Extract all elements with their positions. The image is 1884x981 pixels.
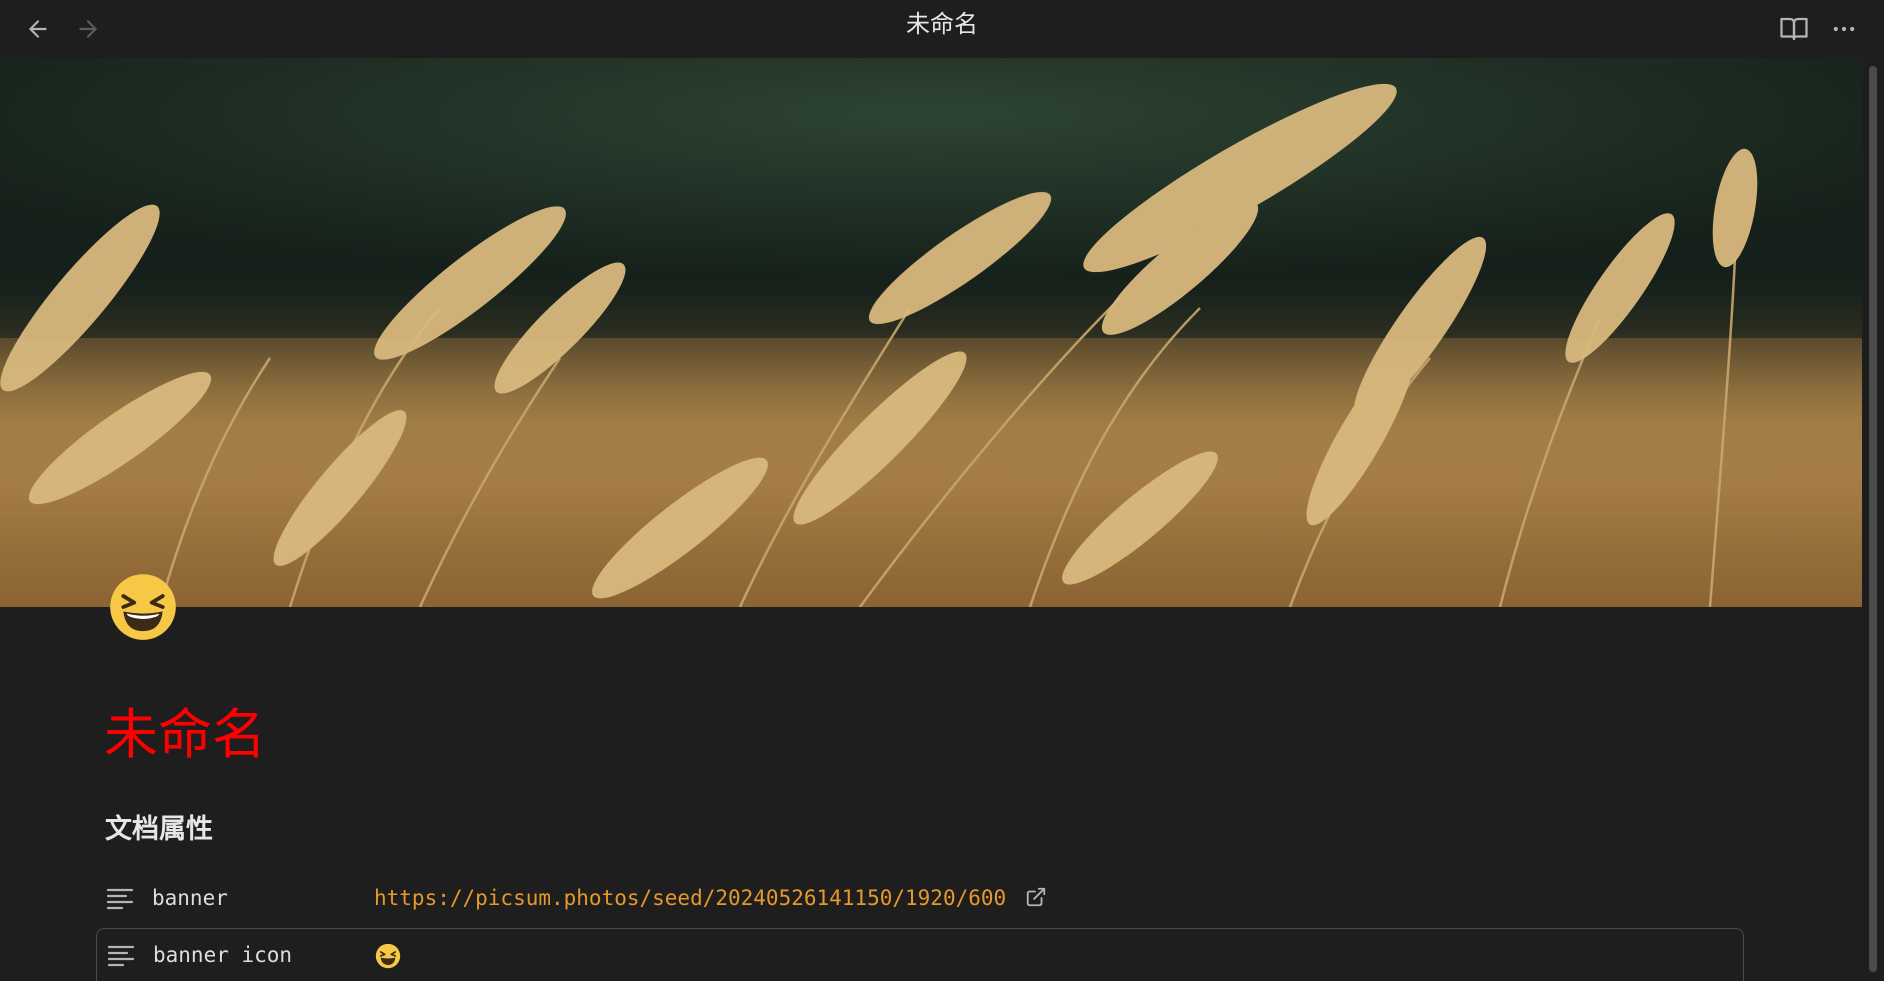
scrollbar-thumb[interactable] bbox=[1869, 66, 1877, 972]
property-value-link[interactable]: https://picsum.photos/seed/2024052614115… bbox=[374, 872, 1047, 924]
document-title[interactable]: 未命名 bbox=[104, 700, 266, 770]
scrollbar[interactable] bbox=[1866, 58, 1880, 976]
property-row-banner-icon[interactable]: banner icon bbox=[96, 928, 1744, 981]
window-title: 未命名 bbox=[906, 10, 978, 38]
property-key: banner icon bbox=[153, 943, 293, 967]
reading-mode-button[interactable] bbox=[1774, 9, 1814, 49]
more-horizontal-icon bbox=[1833, 26, 1855, 32]
book-open-icon bbox=[1780, 17, 1808, 41]
more-options-button[interactable] bbox=[1824, 9, 1864, 49]
wheat-field-illustration bbox=[0, 58, 1862, 607]
banner-image bbox=[0, 58, 1862, 607]
banner-url-link[interactable]: https://picsum.photos/seed/2024052614115… bbox=[374, 886, 1006, 910]
text-lines-icon bbox=[107, 945, 135, 967]
title-bar: 未命名 bbox=[0, 0, 1884, 58]
properties-heading: 文档属性 bbox=[105, 814, 213, 845]
laughing-face-emoji-icon bbox=[110, 574, 176, 640]
external-link-icon[interactable] bbox=[1025, 886, 1047, 908]
banner-emoji-icon[interactable] bbox=[108, 572, 178, 642]
laughing-face-emoji-icon[interactable] bbox=[375, 943, 401, 969]
text-lines-icon bbox=[106, 888, 134, 910]
property-row-banner[interactable]: banner https://picsum.photos/seed/202405… bbox=[96, 872, 1742, 924]
property-key: banner bbox=[152, 886, 228, 910]
